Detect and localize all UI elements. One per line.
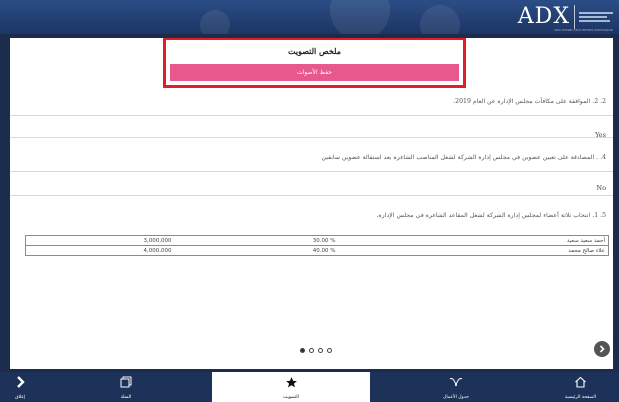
page-indicator [300, 348, 332, 353]
table-row: 3,000,000 30.00 % أحمد سعيد سعيد [26, 236, 609, 246]
adx-logo: ADX [518, 3, 613, 31]
star-icon [285, 377, 297, 388]
logo-subtext: ABU DHABI SECURITIES EXCHANGE [554, 28, 613, 32]
percent-cell: 40.00 % [175, 245, 346, 256]
agenda-icon [449, 378, 463, 387]
logo-text: ADX [517, 4, 570, 29]
voting-summary-panel: ملخص التصويت حفظ الأصوات 2. 2. الموافقة … [10, 38, 613, 369]
tab-basket[interactable]: السلة [40, 372, 212, 402]
tab-back[interactable]: إغلاق [0, 372, 40, 402]
home-icon [575, 376, 586, 388]
votes-cell: 4,000,000 [25, 245, 176, 256]
question-row: 2. 2. الموافقة على مكافآت مجلس الإدارة ع… [10, 92, 613, 116]
summary-title: ملخص التصويت [288, 46, 341, 56]
tab-vote[interactable]: التصويت [212, 372, 370, 402]
save-votes-button[interactable]: حفظ الأصوات [170, 64, 459, 81]
tab-agenda[interactable]: جدول الأعمال [370, 372, 542, 402]
tab-label: جدول الأعمال [443, 395, 469, 400]
table-row: 4,000,000 40.00 % علاء صالح محمد [25, 245, 609, 256]
percent-cell: 30.00 % [312, 237, 336, 244]
candidate-name-cell: أحمد سعيد سعيد [566, 237, 605, 244]
page-dot[interactable] [318, 348, 323, 353]
votes-cell: 3,000,000 [143, 237, 172, 244]
chevron-right-icon [599, 345, 605, 353]
bottom-tab-bar: إغلاق السلة التصويت جدول الأعمال الصفحة … [0, 372, 619, 402]
basket-icon [120, 376, 132, 388]
next-page-button[interactable] [594, 341, 610, 357]
question-row: 4. . المصادقة على تعيين عضوين في مجلس إد… [10, 138, 613, 172]
page-dot[interactable] [300, 348, 305, 353]
summary-header-box: ملخص التصويت حفظ الأصوات [163, 38, 466, 88]
answer-row: No [10, 172, 613, 196]
tab-label: الصفحة الرئيسية [564, 395, 597, 400]
page-dot[interactable] [327, 348, 332, 353]
tab-label: إغلاق [15, 395, 25, 400]
answer-row: Yes [10, 116, 613, 139]
page-dot[interactable] [309, 348, 314, 353]
app-header: ADX ABU DHABI SECURITIES EXCHANGE [0, 0, 619, 34]
candidate-results-table: 3,000,000 30.00 % أحمد سعيد سعيد 4,000,0… [25, 235, 609, 256]
question-row: 5. 1. انتخاب ثلاثة أعضاء لمجلس إدارة الش… [376, 212, 606, 219]
candidate-name-cell: علاء صالح محمد [345, 245, 609, 256]
tab-label: السلة [120, 395, 132, 400]
tab-label: التصويت [283, 395, 299, 400]
chevron-right-icon [17, 376, 25, 388]
tab-home[interactable]: الصفحة الرئيسية [542, 372, 619, 402]
